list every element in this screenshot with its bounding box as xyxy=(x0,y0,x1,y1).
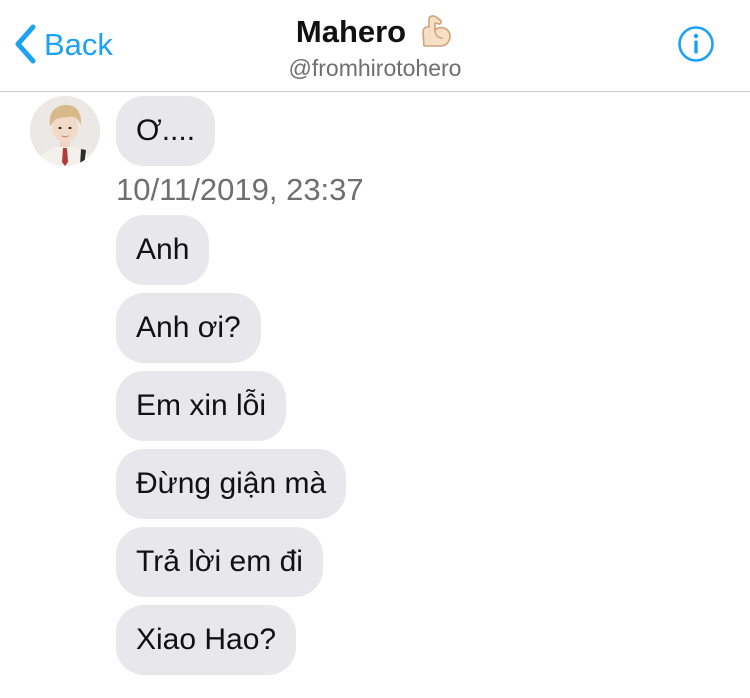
conversation-header: Back Mahero @fromhirotohero xyxy=(0,0,750,92)
flexed-biceps-icon xyxy=(416,13,454,51)
info-circle-icon xyxy=(678,26,714,62)
message-bubble[interactable]: Xiao Hao? xyxy=(116,605,297,675)
contact-name: Mahero xyxy=(295,14,407,49)
info-button[interactable] xyxy=(677,25,715,63)
message-bubble[interactable]: Trả lời em đi xyxy=(116,527,323,597)
message-bubble[interactable]: Đừng giận mà xyxy=(116,449,347,519)
message-timestamp: 10/11/2019, 23:37 xyxy=(116,172,364,207)
message-bubble[interactable]: Anh xyxy=(116,215,210,285)
message-bubble[interactable]: Ơ.... xyxy=(116,96,216,166)
title-block: Mahero @fromhirotohero xyxy=(0,13,750,81)
message-bubble[interactable]: Anh ơi? xyxy=(116,293,261,363)
avatar[interactable] xyxy=(30,96,100,166)
contact-handle: @fromhirotohero xyxy=(288,55,462,81)
message-bubble[interactable]: Em xin lỗi xyxy=(116,371,287,441)
